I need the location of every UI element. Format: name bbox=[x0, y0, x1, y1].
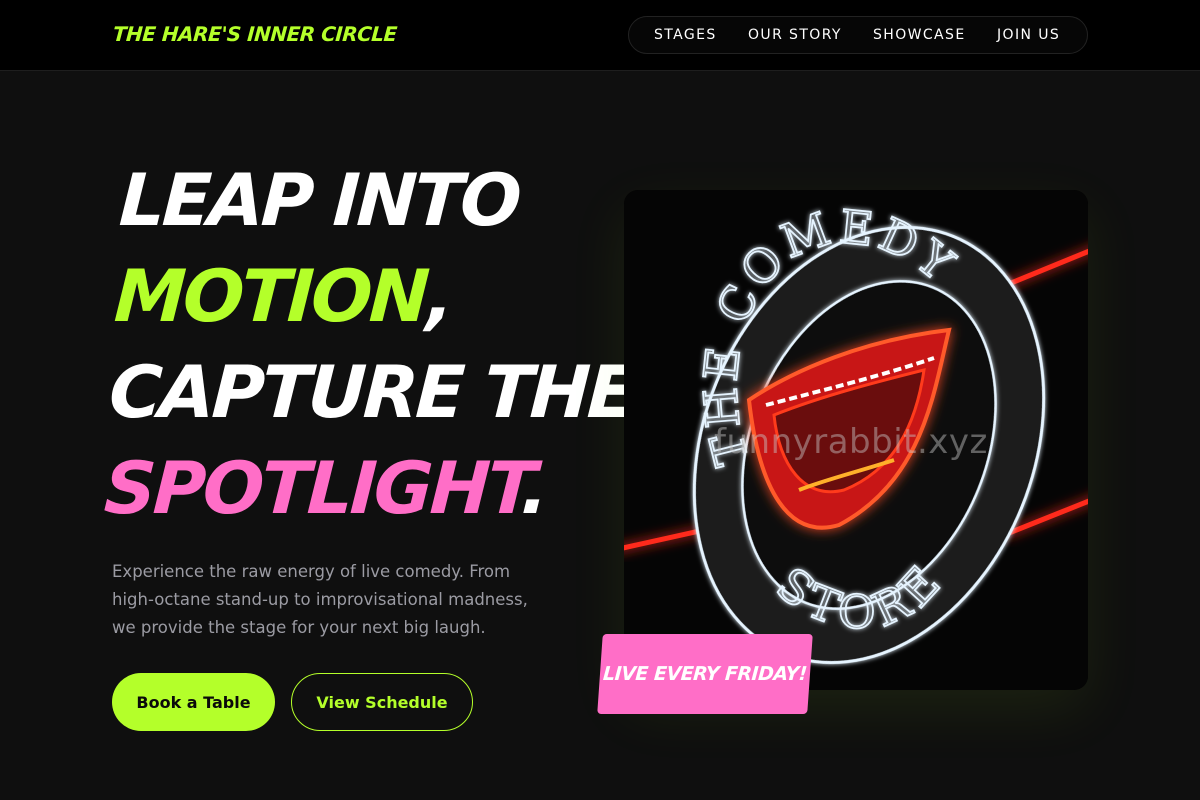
site-header: THE HARE'S INNER CIRCLE STAGES OUR STORY… bbox=[0, 0, 1200, 71]
live-badge: LIVE EVERY FRIDAY! bbox=[597, 634, 813, 714]
hero-headline: LEAP INTO MOTION, CAPTURE THE SPOTLIGHT. bbox=[102, 152, 636, 536]
headline-line-1: LEAP INTO bbox=[117, 158, 521, 242]
headline-line-2: MOTION, bbox=[112, 248, 597, 344]
main-nav: STAGES OUR STORY SHOWCASE JOIN US bbox=[628, 16, 1088, 54]
headline-motion: MOTION bbox=[112, 254, 429, 338]
nav-link-showcase[interactable]: SHOWCASE bbox=[873, 17, 966, 53]
feature-image-card: THE COMEDY STORE funnyrabbit.xyz bbox=[624, 190, 1088, 690]
nav-link-our-story[interactable]: OUR STORY bbox=[748, 17, 842, 53]
headline-line-3: CAPTURE THE bbox=[107, 350, 636, 434]
view-schedule-button[interactable]: View Schedule bbox=[291, 673, 473, 731]
headline-line-4: SPOTLIGHT. bbox=[102, 440, 587, 536]
hero-description: Experience the raw energy of live comedy… bbox=[112, 562, 528, 637]
headline-spotlight: SPOTLIGHT bbox=[102, 446, 524, 530]
nav-link-join-us[interactable]: JOIN US bbox=[997, 17, 1060, 53]
image-watermark: funnyrabbit.xyz bbox=[714, 422, 988, 462]
headline-comma: , bbox=[424, 254, 454, 338]
headline-period: . bbox=[519, 446, 548, 530]
book-table-button[interactable]: Book a Table bbox=[112, 673, 275, 731]
brand-logo[interactable]: THE HARE'S INNER CIRCLE bbox=[112, 20, 398, 48]
nav-link-stages[interactable]: STAGES bbox=[654, 17, 717, 53]
